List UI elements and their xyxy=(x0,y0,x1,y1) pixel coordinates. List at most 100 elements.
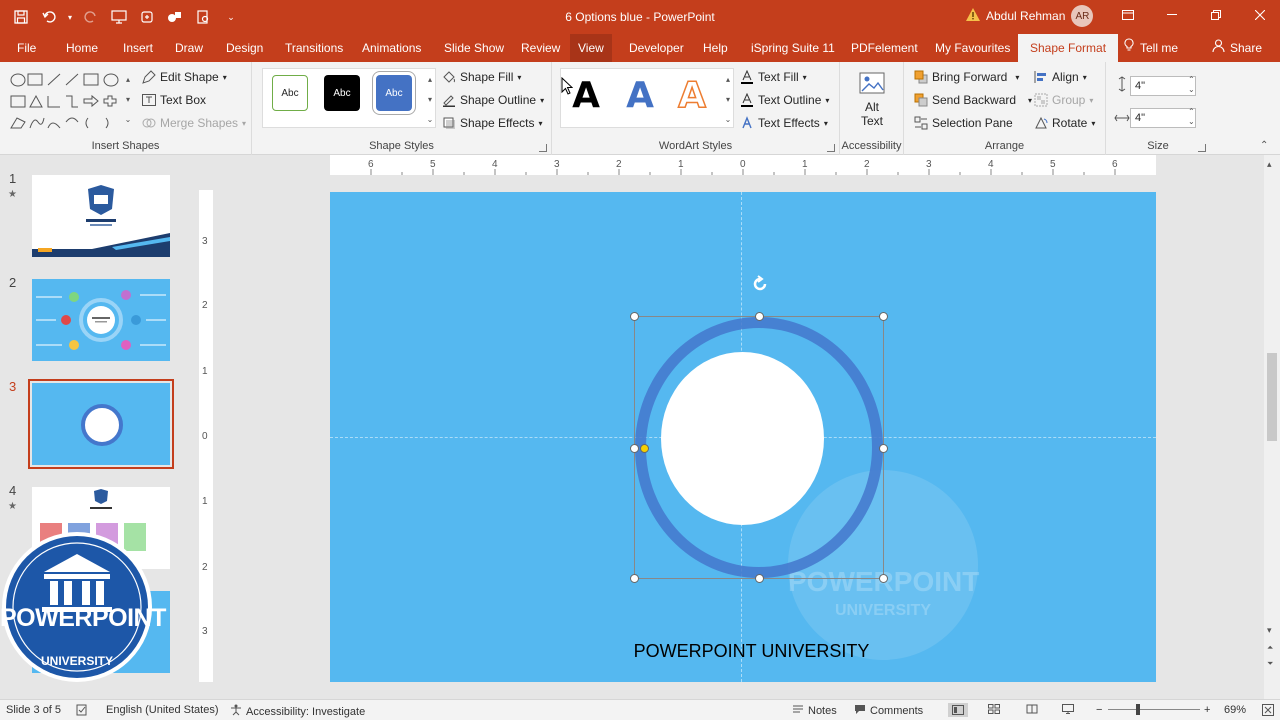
tell-me-search[interactable]: Tell me xyxy=(1116,34,1186,62)
wordart-dialog-launcher[interactable] xyxy=(827,144,835,152)
wordart-scroll[interactable]: ▴ ▾ ⌄ xyxy=(722,70,734,128)
save-icon[interactable] xyxy=(8,4,34,30)
slide-thumbnail-2[interactable] xyxy=(32,279,170,361)
ribbon-display-options-icon[interactable] xyxy=(1106,0,1150,30)
merge-shapes-button[interactable]: Merge Shapes ▾ xyxy=(142,116,246,130)
redo-icon[interactable] xyxy=(78,4,104,30)
vertical-scrollbar[interactable]: ▴ ▾ ⏶ ⏷ xyxy=(1264,155,1280,699)
language-status[interactable]: English (United States) xyxy=(106,704,219,716)
zoom-in-icon[interactable]: + xyxy=(1204,704,1210,716)
size-dialog-launcher[interactable] xyxy=(1198,144,1206,152)
minimize-icon[interactable] xyxy=(1150,0,1194,30)
previous-slide-icon[interactable]: ⏶ xyxy=(1267,643,1273,653)
tab-pdfelement[interactable]: PDFelement xyxy=(843,34,926,62)
slide-thumbnail-3[interactable] xyxy=(28,379,174,469)
zoom-out-icon[interactable]: − xyxy=(1096,704,1102,716)
shape-style-outline-green[interactable]: Abc xyxy=(272,75,308,111)
print-preview-icon[interactable] xyxy=(190,4,216,30)
slide-show-icon[interactable] xyxy=(1062,704,1074,714)
undo-dropdown-icon[interactable]: ▾ xyxy=(64,4,76,30)
reading-view-icon[interactable] xyxy=(1026,704,1038,714)
vertical-ruler[interactable]: 3 2 1 0 1 2 3 xyxy=(199,190,213,682)
shape-style-black-fill[interactable]: Abc xyxy=(324,75,360,111)
text-box-button[interactable]: Text Box xyxy=(142,93,206,107)
slide-thumbnail-1[interactable] xyxy=(32,175,170,257)
zoom-level[interactable]: 69% xyxy=(1224,704,1246,716)
height-spinner-icon[interactable]: ⌃ ⌄ xyxy=(1188,75,1195,95)
tab-view[interactable]: View xyxy=(570,34,612,62)
shape-style-blue-fill[interactable]: Abc xyxy=(376,75,412,111)
tab-draw[interactable]: Draw xyxy=(167,34,211,62)
resize-handle-e[interactable] xyxy=(879,444,888,453)
send-backward-button[interactable]: Send Backward ▾ xyxy=(914,93,1032,107)
resize-handle-sw[interactable] xyxy=(630,574,639,583)
tab-file[interactable]: File xyxy=(9,34,44,62)
resize-handle-w[interactable] xyxy=(630,444,639,453)
resize-handle-n[interactable] xyxy=(755,312,764,321)
normal-view-icon[interactable] xyxy=(948,703,968,717)
shape-outline-button[interactable]: Shape Outline ▾ xyxy=(442,93,544,107)
shapes-icon[interactable] xyxy=(162,4,188,30)
zoom-slider-thumb[interactable] xyxy=(1136,704,1140,715)
tab-home[interactable]: Home xyxy=(58,34,106,62)
spelling-icon[interactable] xyxy=(76,704,88,716)
resize-handle-se[interactable] xyxy=(879,574,888,583)
rotate-button[interactable]: Rotate ▾ xyxy=(1034,116,1095,130)
shape-height-input[interactable]: 4" xyxy=(1130,76,1196,96)
close-icon[interactable] xyxy=(1238,0,1280,30)
slide-footer-text[interactable]: POWERPOINT UNIVERSITY xyxy=(330,641,1156,662)
slide-sorter-icon[interactable] xyxy=(988,704,1000,714)
tab-slide-show[interactable]: Slide Show xyxy=(436,34,512,62)
selection-pane-button[interactable]: Selection Pane xyxy=(914,116,1013,130)
wordart-style-black[interactable]: A xyxy=(568,76,604,116)
text-effects-button[interactable]: Text Effects ▾ xyxy=(740,116,828,130)
shape-effects-button[interactable]: Shape Effects ▾ xyxy=(442,116,543,130)
resize-handle-nw[interactable] xyxy=(630,312,639,321)
fit-slide-icon[interactable] xyxy=(1262,704,1274,716)
shape-styles-scroll[interactable]: ▴ ▾ ⌄ xyxy=(424,70,436,128)
collapse-ribbon-icon[interactable]: ⌃ xyxy=(1260,140,1268,151)
shapes-gallery-scroll[interactable]: ▴ ▾ ⌄ xyxy=(122,70,134,132)
tab-ispring[interactable]: iSpring Suite 11 xyxy=(743,34,843,62)
wordart-style-blue[interactable]: A xyxy=(622,76,658,116)
scroll-up-icon[interactable]: ▴ xyxy=(1267,159,1272,170)
present-from-beginning-icon[interactable] xyxy=(106,4,132,30)
scroll-down-icon[interactable]: ▾ xyxy=(1267,625,1272,636)
shapes-gallery[interactable] xyxy=(8,70,134,132)
slide-canvas[interactable]: POWERPOINT UNIVERSITY POWERPOINT UNIVERS… xyxy=(330,192,1156,682)
scroll-thumb[interactable] xyxy=(1267,353,1277,441)
undo-icon[interactable] xyxy=(36,4,62,30)
tab-insert[interactable]: Insert xyxy=(115,34,161,62)
text-fill-button[interactable]: Text Fill ▾ xyxy=(740,70,807,84)
shape-fill-button[interactable]: Shape Fill ▾ xyxy=(442,70,521,84)
touch-mouse-mode-icon[interactable] xyxy=(134,4,160,30)
notes-button[interactable]: Notes xyxy=(792,704,837,717)
tab-help[interactable]: Help xyxy=(695,34,736,62)
shape-width-input[interactable]: 4" xyxy=(1130,108,1196,128)
adjustment-handle[interactable] xyxy=(640,444,649,453)
tab-review[interactable]: Review xyxy=(513,34,568,62)
bring-forward-button[interactable]: Bring Forward ▾ xyxy=(914,70,1019,84)
user-account[interactable]: Abdul Rehman AR xyxy=(966,5,1094,27)
tab-my-favourites[interactable]: My Favourites xyxy=(927,34,1018,62)
group-button[interactable]: Group ▾ xyxy=(1034,93,1093,107)
zoom-slider[interactable] xyxy=(1108,709,1200,710)
align-button[interactable]: Align ▾ xyxy=(1034,70,1087,84)
next-slide-icon[interactable]: ⏷ xyxy=(1267,659,1273,669)
accessibility-status[interactable]: Accessibility: Investigate xyxy=(230,704,365,719)
tab-developer[interactable]: Developer xyxy=(621,34,692,62)
tab-shape-format[interactable]: Shape Format xyxy=(1018,34,1119,62)
tab-design[interactable]: Design xyxy=(218,34,271,62)
shape-styles-dialog-launcher[interactable] xyxy=(539,144,547,152)
wordart-style-orange[interactable]: A xyxy=(674,75,710,117)
tab-animations[interactable]: Animations xyxy=(354,34,429,62)
edit-shape-button[interactable]: Edit Shape ▾ xyxy=(142,70,227,84)
slide-counter[interactable]: Slide 3 of 5 xyxy=(6,704,61,716)
horizontal-ruler[interactable]: 6 5 4 3 2 1 0 1 2 3 4 5 6 xyxy=(330,155,1156,175)
tab-transitions[interactable]: Transitions xyxy=(277,34,351,62)
customize-toolbar-icon[interactable]: ⌄ xyxy=(218,4,244,30)
alt-text-button[interactable]: Alt Text xyxy=(852,70,892,134)
restore-icon[interactable] xyxy=(1194,0,1238,30)
resize-handle-s[interactable] xyxy=(755,574,764,583)
share-button[interactable]: Share xyxy=(1204,34,1270,62)
